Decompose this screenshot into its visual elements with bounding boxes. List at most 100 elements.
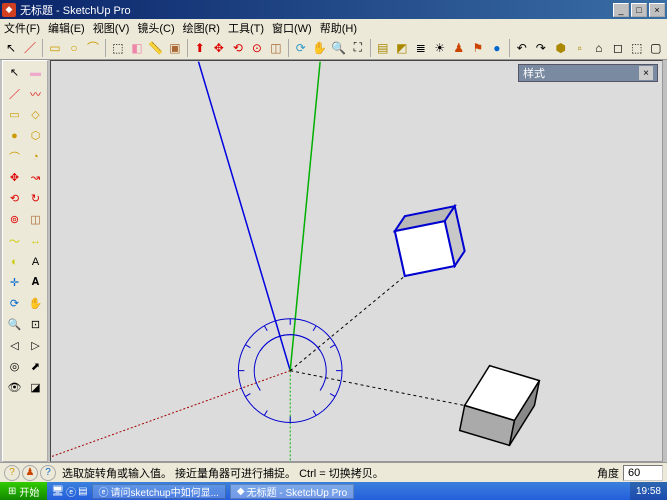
- redo-icon[interactable]: ↷: [532, 38, 550, 58]
- quicklaunch-ie-icon[interactable]: ⓔ: [66, 484, 76, 499]
- shadow-icon[interactable]: ☀: [431, 38, 449, 58]
- look-icon[interactable]: 👁: [4, 377, 25, 398]
- paint-tool-icon[interactable]: ▣: [166, 38, 184, 58]
- menu-file[interactable]: 文件(F): [4, 20, 40, 36]
- zoom-icon[interactable]: 🔍: [4, 314, 25, 335]
- layers-icon[interactable]: ≣: [412, 38, 430, 58]
- cube-selected[interactable]: [395, 206, 465, 276]
- taskbar-item[interactable]: ⓔ 请问sketchup中如何显...: [92, 484, 226, 499]
- styles-panel[interactable]: 样式 ×: [518, 64, 658, 82]
- system-tray[interactable]: 19:58: [630, 482, 667, 500]
- menu-edit[interactable]: 编辑(E): [48, 20, 85, 36]
- walk-icon[interactable]: ⬈: [25, 356, 46, 377]
- globe-icon[interactable]: ●: [488, 38, 506, 58]
- offset-tool-icon[interactable]: ⊙: [248, 38, 266, 58]
- box-icon[interactable]: ▫: [571, 38, 589, 58]
- move-tool-icon[interactable]: ✥: [210, 38, 228, 58]
- component-icon[interactable]: ⬚: [109, 38, 127, 58]
- next-icon[interactable]: ▷: [25, 335, 46, 356]
- left-toolbar: ↖ ▬ ／ 〰 ▭ ◇ ● ⬡ ⌒ ◔ ✥ ↝ ⟲ ↻ ⊚ ◫ 〜 ↔ ◐ A …: [2, 60, 48, 462]
- select-icon[interactable]: ↖: [4, 62, 25, 83]
- orbit-tool-icon[interactable]: ⟳: [292, 38, 310, 58]
- minimize-button[interactable]: _: [613, 3, 629, 17]
- move-icon[interactable]: ✥: [4, 167, 25, 188]
- menu-draw[interactable]: 绘图(R): [183, 20, 220, 36]
- status-help-icon[interactable]: ?: [4, 465, 20, 481]
- arc-tool-icon[interactable]: ⌒: [84, 38, 102, 58]
- style3-icon[interactable]: ▢: [647, 38, 665, 58]
- menu-view[interactable]: 视图(V): [93, 20, 130, 36]
- hex-icon[interactable]: ⬡: [25, 125, 46, 146]
- line-icon[interactable]: ／: [4, 83, 25, 104]
- window-title: 无标题 - SketchUp Pro: [20, 2, 611, 18]
- pie-icon[interactable]: ◔: [25, 146, 46, 167]
- style2-icon[interactable]: ⬚: [628, 38, 646, 58]
- prev-icon[interactable]: ◁: [4, 335, 25, 356]
- freehand-icon[interactable]: 〰: [25, 83, 46, 104]
- location-icon[interactable]: ⚑: [469, 38, 487, 58]
- section2-icon[interactable]: ◪: [25, 377, 46, 398]
- axes-icon[interactable]: ✛: [4, 272, 25, 293]
- model-icon[interactable]: ⬢: [552, 38, 570, 58]
- rotate-icon[interactable]: ⟲: [4, 188, 25, 209]
- styles-panel-title: 样式: [523, 65, 545, 81]
- section-icon[interactable]: ◩: [393, 38, 411, 58]
- circle-icon[interactable]: ●: [4, 125, 25, 146]
- select-tool-icon[interactable]: ↖: [2, 38, 20, 58]
- menu-camera[interactable]: 镜头(C): [137, 20, 174, 36]
- status-person-icon[interactable]: ♟: [22, 465, 38, 481]
- orbit-icon[interactable]: ⟳: [4, 293, 25, 314]
- pushpull-tool-icon[interactable]: ⬆: [191, 38, 209, 58]
- rect-icon[interactable]: ▭: [4, 104, 25, 125]
- taskbar-item-active[interactable]: ◆ 无标题 - SketchUp Pro: [230, 484, 354, 499]
- rect-fill-icon[interactable]: ▬: [25, 62, 46, 83]
- rotate2-icon[interactable]: ↻: [25, 188, 46, 209]
- offset-icon[interactable]: ⊚: [4, 209, 25, 230]
- arc-icon[interactable]: ⌒: [4, 146, 25, 167]
- undo-icon[interactable]: ↶: [513, 38, 531, 58]
- rotate-tool-icon[interactable]: ⟲: [229, 38, 247, 58]
- poly-icon[interactable]: ◇: [25, 104, 46, 125]
- menu-help[interactable]: 帮助(H): [320, 20, 357, 36]
- zoomwin-icon[interactable]: ⊡: [25, 314, 46, 335]
- follow-icon[interactable]: ↝: [25, 167, 46, 188]
- dim-icon[interactable]: ↔: [25, 230, 46, 251]
- viewport[interactable]: 样式 ×: [50, 60, 663, 462]
- person-icon[interactable]: ♟: [450, 38, 468, 58]
- circle-tool-icon[interactable]: ○: [65, 38, 83, 58]
- pan-tool-icon[interactable]: ✋: [311, 38, 329, 58]
- tape-icon[interactable]: 〜: [4, 230, 25, 251]
- camera-icon[interactable]: ▤: [374, 38, 392, 58]
- line-tool-icon[interactable]: ／: [21, 38, 39, 58]
- pan-icon[interactable]: ✋: [25, 293, 46, 314]
- styles-panel-close-icon[interactable]: ×: [639, 66, 653, 80]
- quicklaunch-icon[interactable]: 🖥: [51, 486, 64, 497]
- status-info-icon[interactable]: ?: [40, 465, 56, 481]
- house-icon[interactable]: ⌂: [590, 38, 608, 58]
- sketchup-icon: ◆: [237, 486, 245, 497]
- cube[interactable]: [460, 366, 540, 446]
- menu-tools[interactable]: 工具(T): [228, 20, 264, 36]
- protractor-icon[interactable]: ◐: [4, 251, 25, 272]
- text-icon[interactable]: A: [25, 251, 46, 272]
- windows-logo-icon: ⊞: [8, 486, 16, 497]
- clock: 19:58: [636, 486, 661, 497]
- 3dtext-icon[interactable]: 𝐀: [25, 272, 46, 293]
- start-button[interactable]: ⊞ 开始: [0, 482, 47, 500]
- rect-tool-icon[interactable]: ▭: [46, 38, 64, 58]
- angle-input[interactable]: 60: [623, 465, 663, 481]
- scale-icon[interactable]: ◫: [25, 209, 46, 230]
- position-icon[interactable]: ◎: [4, 356, 25, 377]
- blue-axis: [199, 62, 291, 371]
- zoom-tool-icon[interactable]: 🔍: [330, 38, 348, 58]
- close-button[interactable]: ×: [649, 3, 665, 17]
- eraser-tool-icon[interactable]: ◧: [128, 38, 146, 58]
- quicklaunch-icon[interactable]: ▤: [78, 486, 87, 497]
- tape-tool-icon[interactable]: 📏: [147, 38, 165, 58]
- scale-tool-icon[interactable]: ◫: [267, 38, 285, 58]
- style1-icon[interactable]: ◻: [609, 38, 627, 58]
- task-label: 请问sketchup中如何显...: [111, 484, 219, 499]
- maximize-button[interactable]: □: [631, 3, 647, 17]
- menu-window[interactable]: 窗口(W): [272, 20, 312, 36]
- zoom-extents-icon[interactable]: ⛶: [349, 38, 367, 58]
